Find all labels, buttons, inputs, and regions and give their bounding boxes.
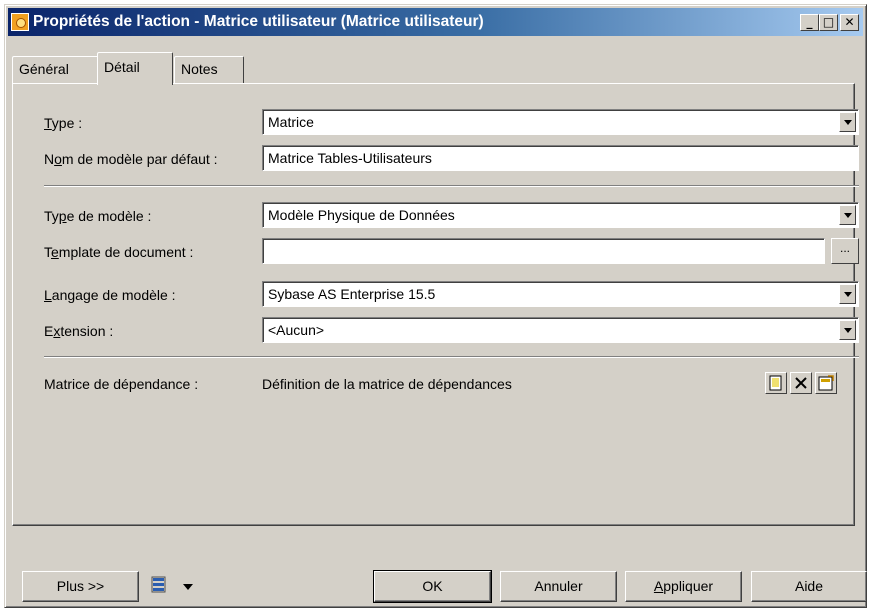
help-button[interactable]: Aide: [751, 571, 867, 602]
type-select[interactable]: Matrice: [262, 109, 859, 135]
cancel-button[interactable]: Annuler: [500, 571, 617, 602]
window-title: Propriétés de l'action - Matrice utilisa…: [33, 13, 484, 30]
new-definition-icon: [769, 375, 782, 391]
tab-detail[interactable]: Détail: [97, 52, 173, 85]
document-template-label: Template de document :: [44, 244, 194, 260]
delete-icon: [795, 377, 807, 389]
properties-icon: [818, 375, 834, 391]
properties-button[interactable]: [815, 372, 837, 394]
ok-button[interactable]: OK: [373, 570, 492, 603]
list-menu-button[interactable]: [151, 575, 175, 597]
chevron-down-icon[interactable]: [839, 284, 856, 304]
dependency-matrix-label: Matrice de dépendance :: [44, 376, 199, 392]
model-language-select[interactable]: Sybase AS Enterprise 15.5: [262, 281, 859, 307]
default-model-name-input[interactable]: Matrice Tables-Utilisateurs: [262, 145, 859, 171]
chevron-down-icon[interactable]: [839, 320, 856, 340]
tab-general[interactable]: Général: [12, 56, 99, 84]
apply-button[interactable]: Appliquer: [625, 571, 742, 602]
separator: [44, 185, 859, 187]
document-template-input[interactable]: [262, 238, 825, 264]
dependency-matrix-value: Définition de la matrice de dépendances: [262, 376, 512, 392]
chevron-down-icon[interactable]: [183, 584, 193, 590]
maximize-button[interactable]: □: [819, 13, 838, 31]
extension-select[interactable]: <Aucun>: [262, 317, 859, 343]
separator: [44, 356, 859, 358]
more-button[interactable]: Plus >>: [22, 571, 139, 602]
chevron-down-icon[interactable]: [839, 205, 856, 225]
action-properties-icon: [11, 13, 29, 31]
model-language-label: Langage de modèle :: [44, 287, 176, 303]
delete-button[interactable]: [790, 372, 812, 394]
model-type-select[interactable]: Modèle Physique de Données: [262, 202, 859, 228]
chevron-down-icon[interactable]: [839, 112, 856, 132]
minimize-button[interactable]: _: [800, 13, 819, 31]
extension-label: Extension :: [44, 323, 114, 339]
default-model-name-label: Nom de modèle par défaut :: [44, 151, 218, 167]
title-bar[interactable]: Propriétés de l'action - Matrice utilisa…: [8, 8, 863, 36]
type-label: Type :: [44, 115, 83, 131]
close-button[interactable]: ✕: [840, 13, 859, 31]
browse-button[interactable]: ...: [831, 238, 859, 264]
new-definition-button[interactable]: [765, 372, 787, 394]
list-menu-icon: [151, 576, 166, 593]
tab-notes[interactable]: Notes: [174, 56, 244, 84]
model-type-label: Type de modèle :: [44, 208, 152, 224]
